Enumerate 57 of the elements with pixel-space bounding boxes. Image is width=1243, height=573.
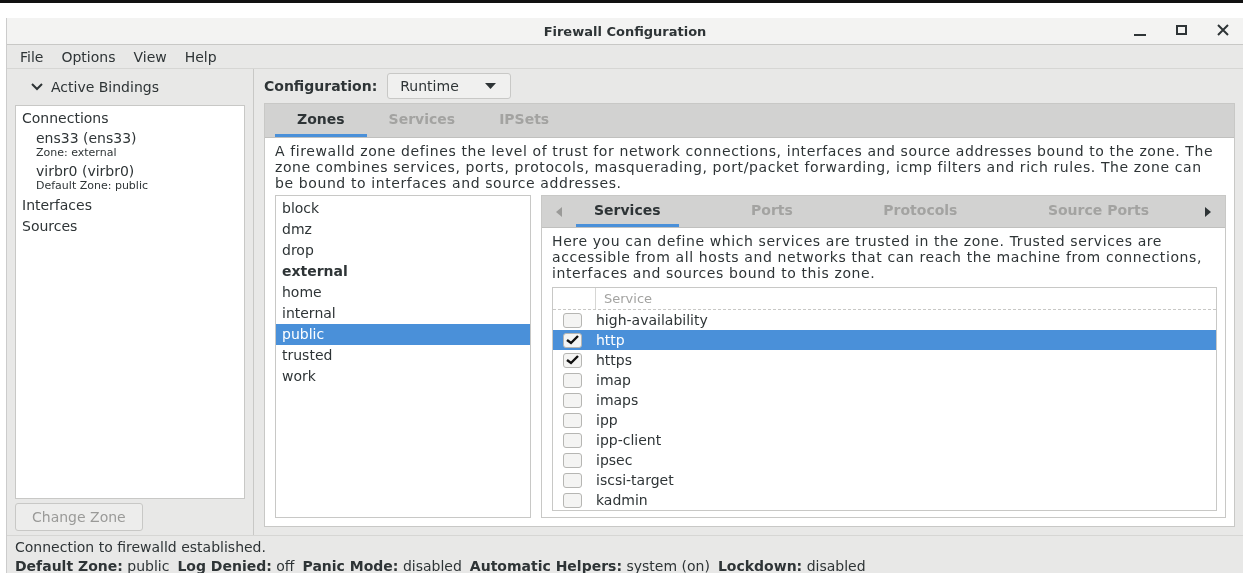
connection-zone: Default Zone: public [35,179,149,194]
menu-item[interactable]: Options [52,48,125,65]
maximize-icon[interactable] [1176,23,1187,37]
configuration-label: Configuration: [264,78,378,94]
service-row[interactable]: iscsi-target [553,470,1216,490]
connection-name[interactable]: virbr0 (virbr0) [22,163,238,179]
zone-description: A firewalld zone defines the level of trust for network connections, interfaces and source addresses bound to the zone. The zone combines services, ports, protocols, masquerading, port/packet forwarding, icmp filters and rich rules. The zone can be bound to interfaces and source addresses. [274,142,1215,193]
service-row[interactable]: imap [553,370,1216,390]
binding-category[interactable]: Interfaces [22,196,238,217]
dropdown-arrow-icon [484,83,496,89]
configuration-dropdown[interactable]: Runtime [387,73,511,99]
checkbox[interactable] [563,412,582,428]
menu-item[interactable]: File [11,48,53,65]
bindings-header[interactable]: Active Bindings [51,79,159,95]
status-field: Lockdown: disabled [717,558,866,573]
tab[interactable]: Services [576,196,679,227]
scroll-right-icon[interactable] [1205,206,1211,217]
service-row[interactable]: ipp [553,410,1216,430]
checkbox[interactable] [563,332,582,348]
zone-item[interactable]: internal [276,303,530,324]
zone-item[interactable]: drop [276,240,530,261]
service-row[interactable]: ipsec [553,450,1216,470]
chevron-down-icon[interactable] [31,83,43,91]
zone-item[interactable]: block [276,198,530,219]
status-field: Default Zone: public [15,558,170,573]
zone-item[interactable]: home [276,282,530,303]
zone-item[interactable]: dmz [276,219,530,240]
connection-zone: Zone: external [35,146,118,161]
status-field: Panic Mode: disabled [302,558,462,573]
checkbox[interactable] [563,492,582,508]
close-icon[interactable] [1217,23,1229,37]
status-field: Automatic Helpers: system (on) [469,558,710,573]
checkbox[interactable] [563,392,582,408]
checkbox[interactable] [563,472,582,488]
service-row[interactable]: kadmin [553,490,1216,510]
window-title: Firewall Configuration [543,23,707,39]
tab[interactable]: Zones [275,104,367,137]
service-row[interactable]: imaps [553,390,1216,410]
binding-category[interactable]: Connections [22,109,238,130]
binding-category[interactable]: Sources [22,217,238,238]
checkbox[interactable] [563,452,582,468]
service-row[interactable]: ipp-client [553,430,1216,450]
menu-item[interactable]: View [124,48,176,65]
zone-item[interactable]: work [276,366,530,387]
menu-item[interactable]: Help [175,48,226,65]
status-message: Connection to firewalld established. [15,538,267,557]
services-description: Here you can define which services are trusted in the zone. Trusted services are accessible from all hosts and networks that can reach the machine from connections, interfaces and sources bound to this zone. [551,232,1203,283]
service-row[interactable]: https [553,350,1216,370]
service-row[interactable]: high-availability [553,310,1216,330]
checkbox[interactable] [563,312,582,328]
checkbox[interactable] [563,432,582,448]
zone-item[interactable]: external [276,261,530,282]
checkbox[interactable] [563,352,582,368]
zone-item[interactable]: trusted [276,345,530,366]
scroll-left-icon[interactable] [556,206,562,217]
connection-name[interactable]: ens33 (ens33) [22,130,238,146]
checkbox[interactable] [563,372,582,388]
